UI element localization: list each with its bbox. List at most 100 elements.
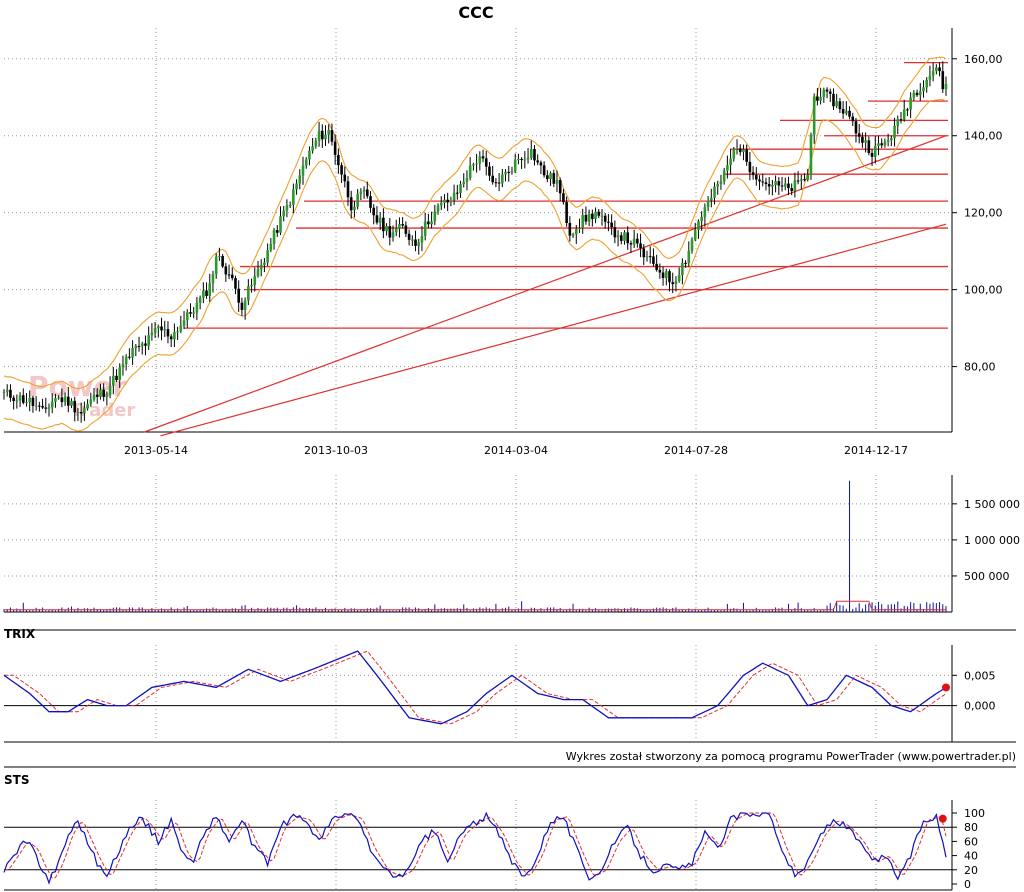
candle-body: [510, 171, 514, 173]
x-tick-label: 2013-05-14: [124, 444, 188, 457]
candle-body: [391, 232, 395, 238]
candle-body: [857, 133, 861, 137]
candle-body: [150, 332, 154, 336]
candle-body: [70, 400, 73, 406]
candle-body: [234, 278, 237, 289]
candle-body: [520, 158, 523, 160]
candle-body: [446, 199, 449, 203]
candle-body: [632, 238, 636, 245]
candle-body: [812, 96, 816, 135]
candle-body: [716, 184, 720, 187]
candle-body: [179, 325, 183, 332]
candle-body: [790, 188, 793, 192]
candle-body: [288, 204, 292, 206]
candle-body: [523, 159, 527, 161]
candle-body: [382, 217, 385, 232]
candle-body: [481, 156, 485, 159]
candle-body: [247, 286, 250, 301]
candle-body: [748, 161, 752, 173]
candle-body: [751, 172, 755, 176]
candle-body: [304, 159, 308, 166]
candle-body: [102, 389, 105, 397]
candle-body: [504, 171, 507, 175]
candle-body: [308, 150, 311, 160]
candle-body: [372, 207, 376, 216]
candle-body: [771, 184, 774, 187]
candle-body: [687, 250, 691, 264]
candle-body: [317, 130, 321, 141]
candle-body: [603, 215, 607, 222]
candle-body: [642, 248, 646, 258]
candle-body: [224, 266, 228, 275]
candle-body: [854, 121, 858, 134]
candle-body: [38, 405, 41, 407]
candle-body: [546, 175, 549, 180]
candle-body: [671, 282, 675, 285]
candle-body: [912, 92, 916, 98]
volume-average-line: [4, 600, 946, 611]
candle-body: [645, 256, 649, 258]
candle-body: [899, 119, 903, 121]
candle-body: [674, 281, 678, 285]
candle-body: [549, 173, 552, 180]
volume-tick-label: 500 000: [964, 570, 1010, 583]
candle-body: [295, 183, 298, 190]
candle-body: [722, 170, 726, 182]
candle-body: [95, 394, 99, 397]
candle-body: [555, 179, 559, 184]
candle-body: [166, 329, 170, 337]
candle-body: [388, 226, 392, 238]
sts-title: STS: [4, 773, 29, 787]
candle-body: [877, 143, 880, 147]
candle-body: [423, 221, 427, 236]
candle-body: [726, 165, 729, 171]
trendline: [144, 135, 947, 433]
candle-body: [832, 93, 835, 107]
candle-body: [745, 149, 748, 162]
candle-body: [185, 312, 189, 321]
candle-body: [9, 389, 12, 398]
candle-body: [60, 397, 64, 403]
candle-body: [230, 274, 234, 279]
candle-body: [314, 140, 318, 147]
candle-body: [636, 238, 639, 244]
candle-body: [800, 179, 803, 181]
candle-body: [192, 312, 195, 314]
candle-body: [227, 274, 231, 276]
chart-title: CCC: [458, 3, 493, 22]
x-tick-label: 2014-03-04: [484, 444, 548, 457]
candle-body: [89, 399, 93, 404]
candle-body: [67, 396, 70, 406]
candle-body: [124, 356, 128, 365]
candle-body: [131, 348, 134, 358]
candle-body: [359, 191, 363, 194]
candle-body: [729, 158, 732, 166]
candle-body: [263, 262, 266, 265]
candle-body: [780, 185, 784, 187]
candle-body: [272, 230, 276, 244]
candle-body: [681, 262, 684, 275]
candle-body: [462, 181, 466, 185]
candle-body: [941, 71, 945, 90]
candle-body: [571, 234, 575, 236]
candle-body: [710, 197, 713, 201]
candle-body: [767, 184, 771, 187]
candle-body: [623, 232, 626, 241]
candle-body: [346, 181, 350, 198]
candle-body: [893, 125, 896, 139]
candle-body: [835, 101, 838, 107]
candle-body: [41, 405, 44, 408]
trix-pane: TRIX 0,000 0,005: [3, 627, 1016, 768]
price-pane: 80,00 100,00 120,00 140,00 160,00 2013-05-14 2…: [2, 28, 1003, 457]
candle-body: [436, 205, 440, 212]
candle-body: [793, 180, 797, 192]
candle-body: [218, 256, 221, 258]
candle-body: [449, 200, 453, 203]
sts-tick-label: 40: [964, 850, 978, 863]
candle-body: [198, 297, 202, 303]
candle-body: [787, 183, 790, 189]
candle-body: [407, 233, 411, 240]
candle-body: [783, 183, 787, 187]
candle-body: [584, 214, 588, 222]
candle-body: [652, 256, 655, 264]
